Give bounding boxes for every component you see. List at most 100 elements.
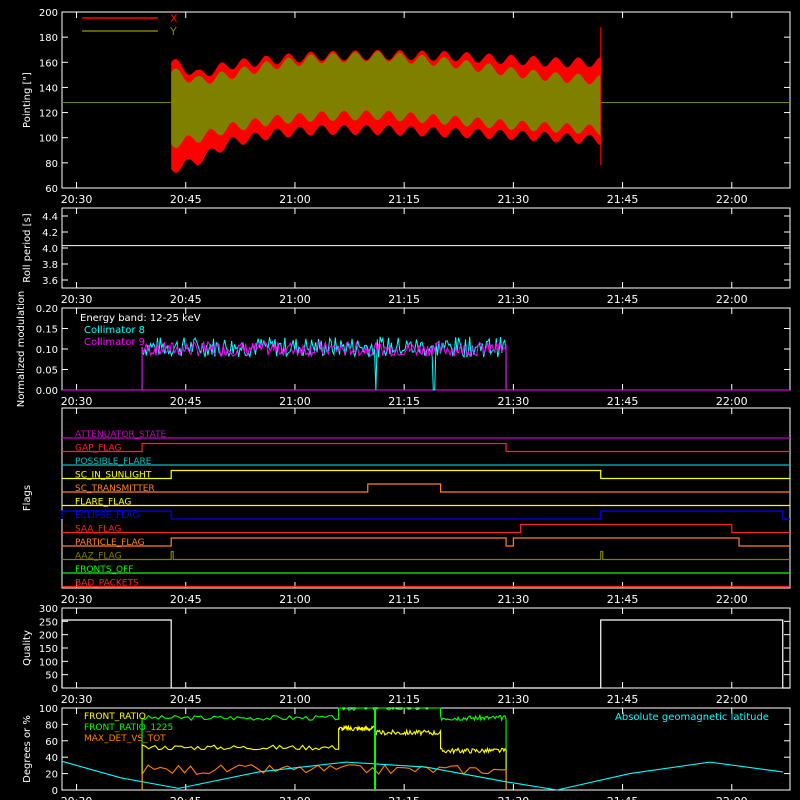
y-tick-label: 0.05 [36,366,58,377]
flag-trace-saa-flag [62,523,790,534]
legend-label: Collimator 9 [84,337,145,348]
flag-label: AAZ_FLAG [75,552,122,562]
series-max-det-vs-tot [141,764,507,790]
x-tick-label: 21:00 [279,395,311,408]
y-tick-label: 0.00 [36,386,58,397]
legend-label: FRONT_RATIO [84,712,146,722]
x-tick-label: 20:45 [170,193,202,206]
x-tick-label: 21:00 [279,193,311,206]
x-tick-label: 21:00 [279,593,311,606]
x-tick-label: 21:00 [279,795,311,800]
x-tick-label: 21:45 [607,593,639,606]
quality-trace [61,619,790,689]
x-tick-label: 21:15 [388,193,420,206]
y-tick-label: 4.0 [42,244,58,255]
flag-trace-gap-flag [62,442,790,453]
x-tick-label: 21:30 [498,795,530,800]
y-tick-label: 4.2 [42,228,58,239]
panel-frame [61,407,791,589]
panel-frame [61,207,791,289]
y-tick-label: 3.6 [42,276,58,287]
annotation-energy-band: Energy band: 12-25 keV [80,313,201,324]
legend-label: FRONT_RATIO_1225 [84,723,173,733]
flag-label: FRONTS_OFF [75,565,133,575]
legend-label: Y [169,25,177,38]
x-tick-label: 22:00 [716,395,748,408]
x-tick-label: 21:45 [607,293,639,306]
x-tick-label: 20:45 [170,693,202,706]
y-axis-label: Degrees or % [22,715,33,783]
plot-canvas: 20:30 20:45 21:00 21:15 21:30 21:45 22:00 Point… [16,8,791,800]
y-tick-label: 80 [45,720,58,731]
x-tick-label: 21:15 [388,795,420,800]
x-tick-label: 21:45 [607,395,639,408]
flag-trace-eclipse-flag [61,510,790,520]
x-tick-label: 21:45 [607,193,639,206]
flag-label: ATTENUATOR_STATE [75,430,167,440]
x-tick-label: 20:45 [170,395,202,408]
flag-trace-sc-in-sunlight [62,469,790,480]
y-axis-label: Pointing ["] [22,72,33,128]
y-axis-label: Normalized modulation [16,291,27,408]
x-tick-label: 21:30 [498,293,530,306]
y-tick-label: 3.8 [42,260,58,271]
x-tick-label: 21:00 [279,293,311,306]
flag-trace-particle-flag [62,537,790,547]
x-tick-label: 21:30 [498,395,530,408]
y-tick-label: 60 [45,184,58,195]
y-axis-label: Flags [22,485,33,511]
panel-roll [61,207,791,289]
x-tick-label: 22:00 [716,293,748,306]
flag-label: BAD_PACKETS [75,579,139,589]
flag-trace-sc-transmitter [62,483,790,493]
flag-label: SC_IN_SUNLIGHT [75,471,152,481]
series-absolute geomagnetic latitude [61,760,783,791]
flag-label: ECLIPSE_FLAG [75,511,139,521]
flag-label: SC_TRANSMITTER [75,484,155,494]
x-tick-label: 22:00 [716,795,748,800]
x-tick-label: 20:45 [170,795,202,800]
y-tick-label: 4.4 [42,212,58,223]
flag-label: FLARE_FLAG [75,498,131,508]
y-tick-label: 0 [52,786,58,797]
flag-trace-aaz-flag [62,550,790,561]
y-tick-label: 250 [39,617,58,628]
y-tick-label: 100 [39,134,58,145]
x-tick-label: 21:45 [607,693,639,706]
panel-pointing [61,11,791,189]
x-tick-label: 20:30 [61,193,93,206]
x-tick-label: 22:00 [716,593,748,606]
x-tick-label: 20:30 [61,395,93,408]
y-tick-label: 200 [39,8,58,19]
y-tick-label: 100 [39,657,58,668]
x-tick-label: 21:15 [388,693,420,706]
y-tick-label: 0.20 [36,304,58,315]
legend-label-geomagnetic: Absolute geomagnetic latitude [615,712,769,723]
y-axis-label: Roll period [s] [22,213,33,282]
x-tick-label: 22:00 [716,693,748,706]
flag-label: PARTICLE_FLAG [75,538,145,548]
legend-label: X [170,12,178,25]
x-tick-label: 21:15 [388,395,420,408]
series-front-ratio [141,724,507,790]
y-tick-label: 0.15 [36,325,58,336]
panel-flags [61,407,791,589]
x-tick-label: 20:45 [170,293,202,306]
y-tick-label: 0.10 [36,345,58,356]
x-tick-label: 20:30 [61,795,93,800]
x-tick-label: 21:30 [498,193,530,206]
flag-label: POSSIBLE_FLARE [75,457,152,467]
y-tick-label: 20 [45,770,58,781]
y-tick-label: 140 [39,83,58,94]
x-tick-label: 20:30 [61,293,93,306]
x-tick-label: 22:00 [716,193,748,206]
flag-label: SAA_FLAG [75,525,121,535]
y-tick-label: 150 [39,644,58,655]
y-axis-label: Quality [22,630,33,666]
x-tick-label: 20:45 [170,593,202,606]
x-tick-label: 21:30 [498,693,530,706]
legend-label: MAX_DET_VS_TOT [84,734,166,744]
legend-label: Collimator 8 [84,325,145,336]
y-tick-label: 200 [39,631,58,642]
x-tick-label: 21:45 [607,795,639,800]
